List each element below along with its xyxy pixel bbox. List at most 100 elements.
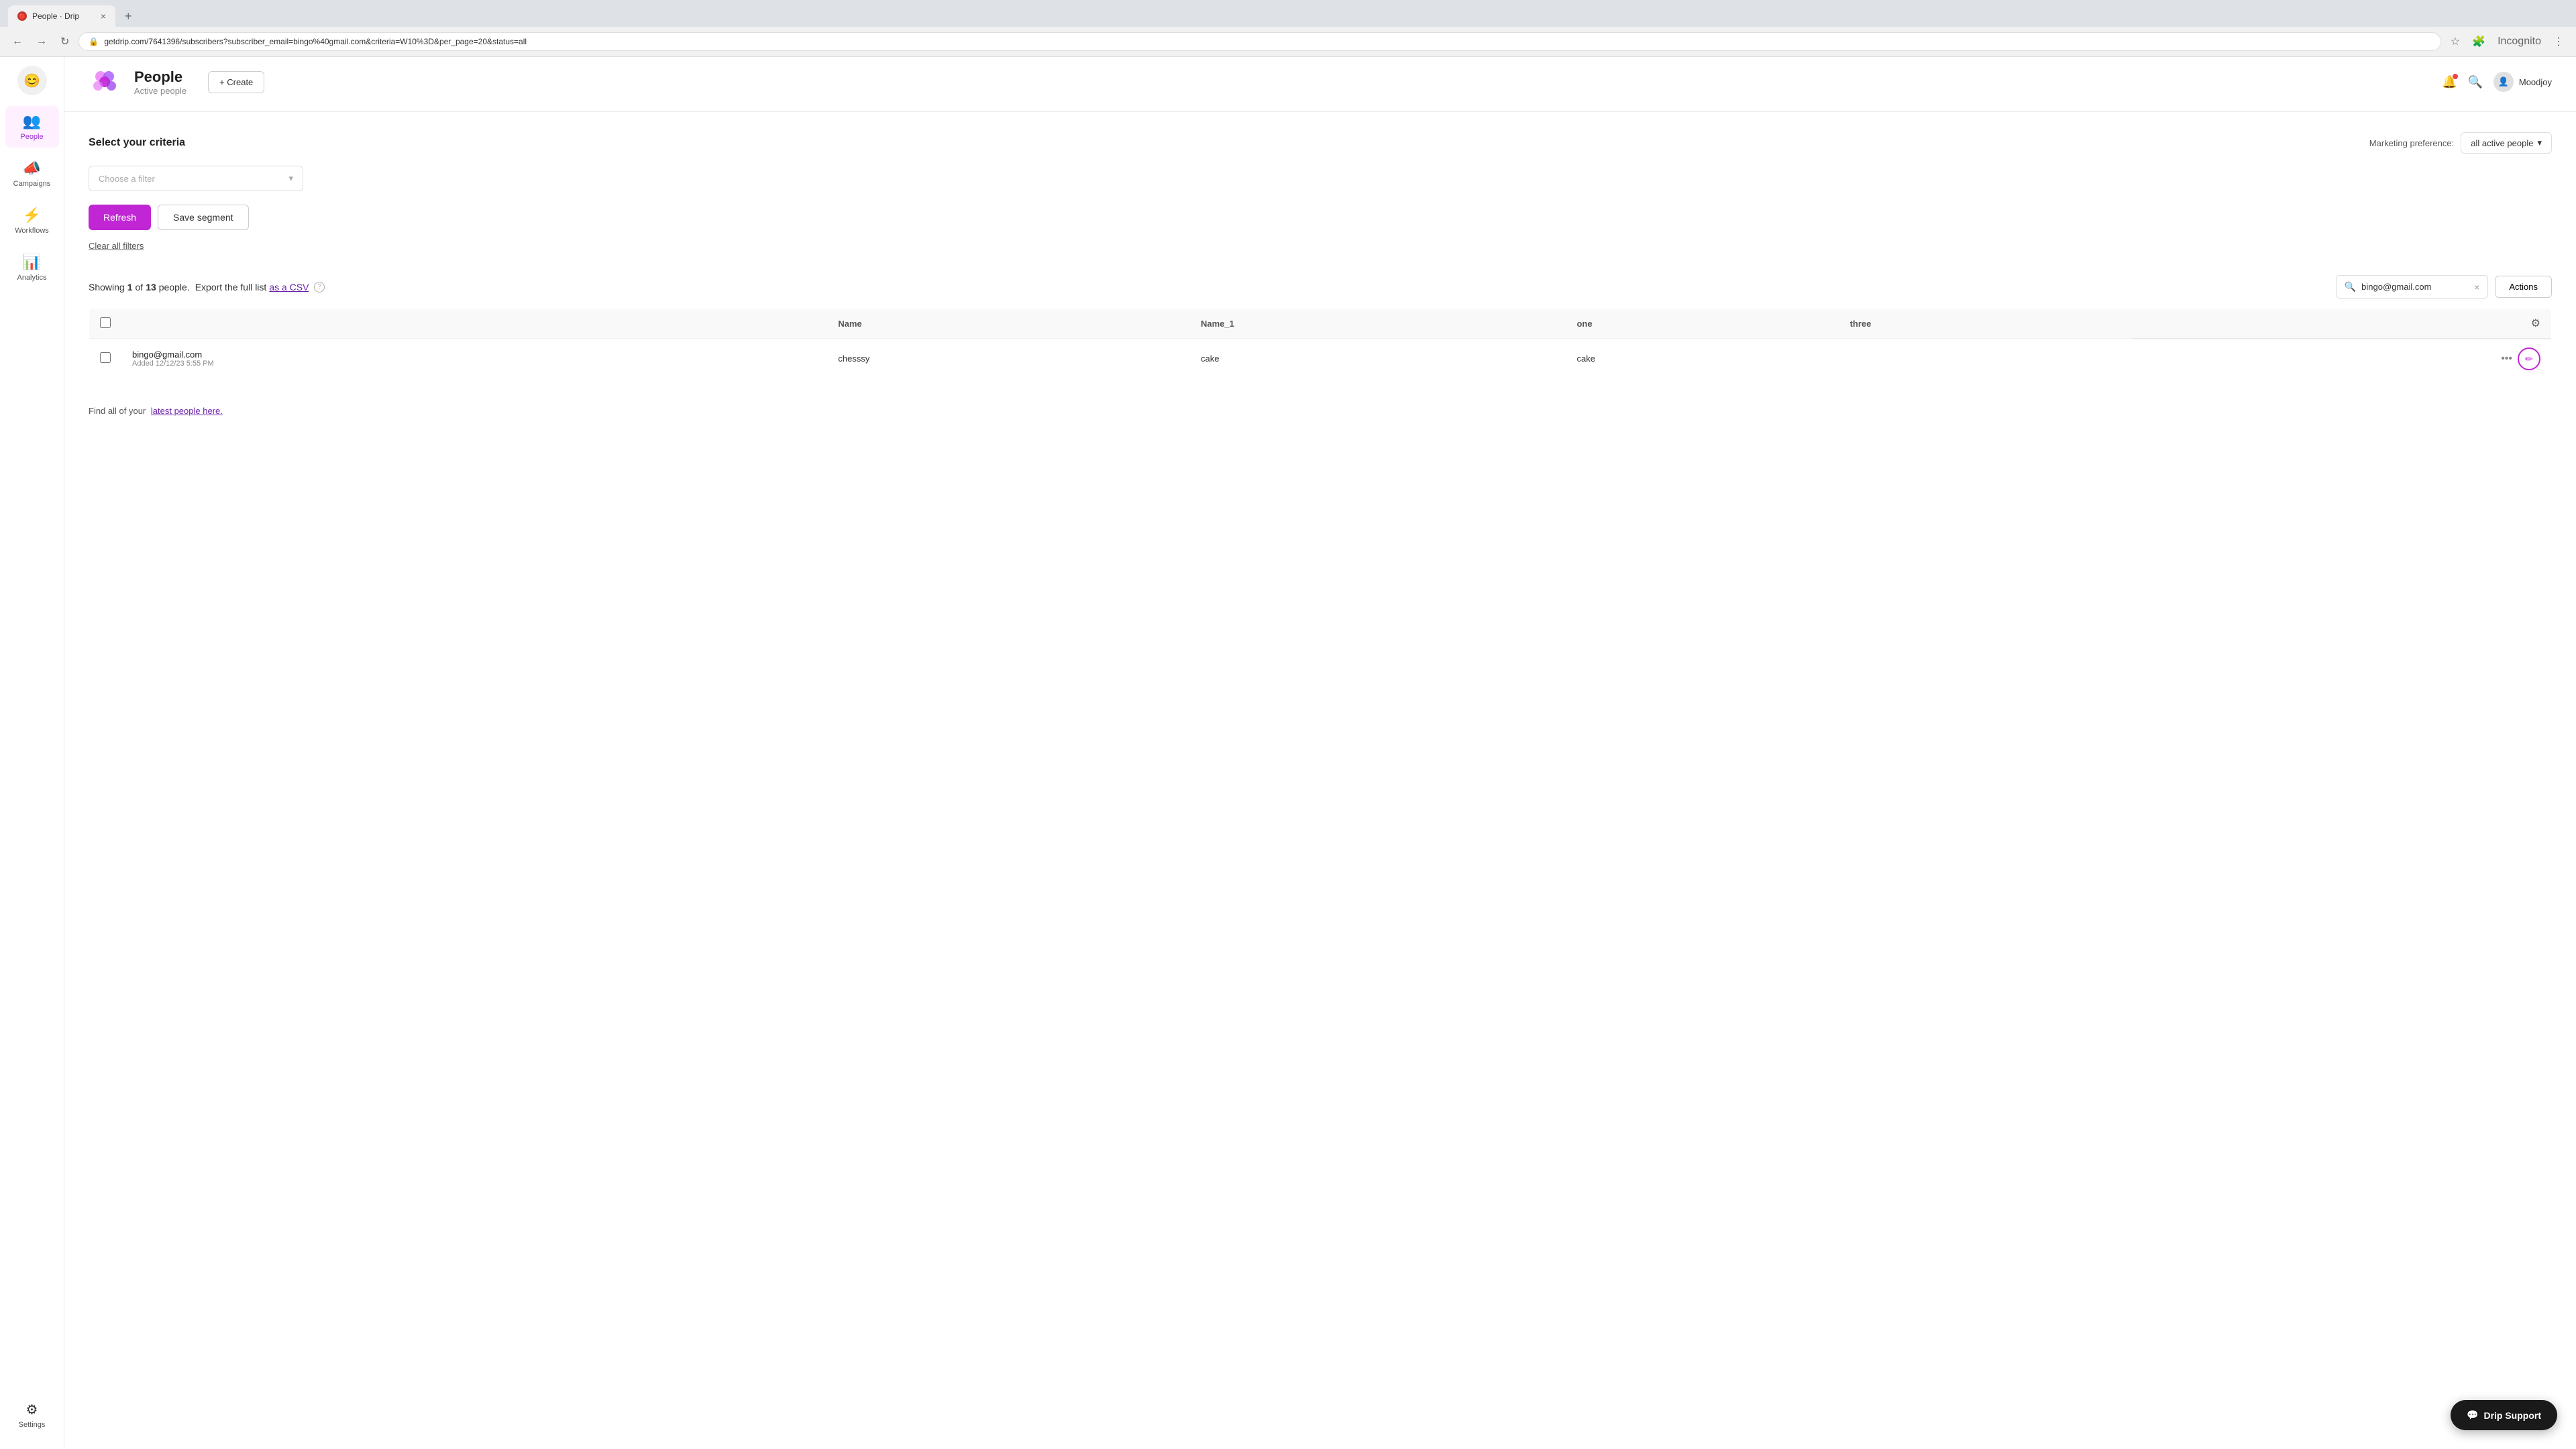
filter-chevron-icon: ▾ [288,173,293,184]
back-button[interactable]: ← [8,33,27,50]
active-tab[interactable]: 🔴 People · Drip × [8,5,115,27]
search-actions: 🔍 × Actions [2336,275,2552,299]
sidebar-item-workflows-label: Workflows [15,227,49,235]
search-bar-icon: 🔍 [2345,281,2356,292]
campaigns-icon: 📣 [23,160,41,177]
count-total: 13 [146,282,156,292]
logo-icon: 😊 [23,72,40,89]
find-latest-section: Find all of your latest people here. [64,392,2576,429]
sidebar-item-people[interactable]: 👥 People [5,106,59,148]
name-column-header: Name [827,309,1190,339]
people-icon: 👥 [23,113,41,130]
table-row: bingo@gmail.com Added 12/12/23 5:55 PM c… [89,339,2552,379]
count-shown: 1 [127,282,133,292]
name1-col-label: Name_1 [1201,319,1234,329]
row-edit-button[interactable]: ✏ [2518,347,2540,370]
one-col-label: one [1576,319,1592,329]
forward-button[interactable]: → [32,33,51,50]
row-select-checkbox[interactable] [100,352,111,363]
browser-toolbar: ← → ↻ 🔒 getdrip.com/7641396/subscribers?… [0,27,2576,57]
actions-button[interactable]: Actions [2495,276,2552,298]
browser-chrome: 🔴 People · Drip × + ← → ↻ 🔒 getdrip.com/… [0,0,2576,57]
workflows-icon: ⚡ [23,207,41,224]
people-table: Name Name_1 one three ⚙ [89,308,2552,379]
sidebar-item-workflows[interactable]: ⚡ Workflows [5,200,59,241]
name1-cell: cake [1190,339,1566,379]
sidebar-item-analytics[interactable]: 📊 Analytics [5,247,59,288]
export-csv-link[interactable]: as a CSV [269,282,309,292]
search-input[interactable] [2361,282,2469,292]
people-section: Showing 1 of 13 people. Export the full … [64,264,2576,392]
table-body: bingo@gmail.com Added 12/12/23 5:55 PM c… [89,339,2552,379]
toolbar-icons: ☆ 🧩 Incognito ⋮ [2447,32,2568,51]
browser-tabs: 🔴 People · Drip × + [0,0,2576,27]
address-text: getdrip.com/7641396/subscribers?subscrib… [104,37,2430,46]
clear-all-filters-link[interactable]: Clear all filters [89,241,144,251]
user-avatar: 👤 [2493,72,2514,92]
help-icon[interactable]: ? [314,282,325,292]
select-all-column [89,309,122,339]
new-tab-button[interactable]: + [119,7,138,26]
filter-placeholder: Choose a filter [99,174,155,184]
create-button[interactable]: + Create [208,71,264,93]
filter-select-dropdown[interactable]: Choose a filter ▾ [89,166,303,191]
extension-button[interactable]: 🧩 [2468,32,2489,51]
main-content: People Active people + Create 🔔 🔍 👤 Mood… [64,52,2576,1449]
address-bar[interactable]: 🔒 getdrip.com/7641396/subscribers?subscr… [78,32,2440,51]
profile-label: Incognito [2498,36,2541,47]
bookmark-button[interactable]: ☆ [2447,32,2464,51]
search-clear-button[interactable]: × [2474,282,2479,292]
three-cell [1839,339,2133,379]
actions-column-header: ⚙ [2132,309,2551,339]
sidebar-item-analytics-label: Analytics [17,274,46,282]
page-subtitle: Active people [134,86,186,96]
email-cell: bingo@gmail.com Added 12/12/23 5:55 PM [121,339,827,379]
chevron-down-icon: ▾ [2537,138,2542,148]
drip-support-button[interactable]: 💬 Drip Support [2451,1400,2557,1430]
global-search-button[interactable]: 🔍 [2467,75,2482,89]
sidebar-item-settings[interactable]: ⚙ Settings [13,1395,51,1436]
lock-icon: 🔒 [89,37,99,46]
notification-dot [2453,74,2458,79]
tab-favicon: 🔴 [17,11,27,21]
marketing-pref-label: Marketing preference: [2369,138,2454,148]
tab-close-button[interactable]: × [101,11,106,21]
save-segment-button[interactable]: Save segment [158,205,249,230]
user-profile[interactable]: 👤 Moodjoy [2493,72,2552,92]
name-cell: chesssy [827,339,1190,379]
criteria-header: Select your criteria Marketing preferenc… [89,132,2552,154]
sidebar-item-campaigns-label: Campaigns [13,180,51,188]
subscriber-email[interactable]: bingo@gmail.com [132,350,816,360]
row-checkbox-cell [89,339,122,379]
search-icon: 🔍 [2467,75,2482,89]
browser-menu-button[interactable]: ⋮ [2549,32,2568,51]
profile-button[interactable]: Incognito [2493,33,2545,50]
app-container: 😊 👥 People 📣 Campaigns ⚡ Workflows 📊 Ana… [0,52,2576,1449]
select-all-checkbox[interactable] [100,317,111,328]
header-right: 🔔 🔍 👤 Moodjoy [2442,72,2552,92]
sidebar-item-settings-label: Settings [19,1421,46,1429]
marketing-preference-dropdown[interactable]: all active people ▾ [2461,132,2552,154]
analytics-icon: 📊 [23,254,41,271]
showing-label: Showing [89,282,125,292]
user-name: Moodjoy [2519,77,2552,87]
sidebar-item-campaigns[interactable]: 📣 Campaigns [5,153,59,195]
subscriber-added-date: Added 12/12/23 5:55 PM [132,360,816,368]
three-col-label: three [1850,319,1872,329]
tab-title: People · Drip [32,11,79,21]
settings-icon: ⚙ [26,1401,38,1418]
criteria-section: Select your criteria Marketing preferenc… [64,112,2576,264]
refresh-button[interactable]: Refresh [89,205,151,230]
page-title: People [134,68,186,86]
people-avatar-icon [89,66,121,98]
column-settings-button[interactable]: ⚙ [2531,317,2540,330]
row-actions-cell: ••• ✏ [2132,339,2551,378]
page-title-block: People Active people [134,68,186,96]
row-more-options-button[interactable]: ••• [2501,353,2512,365]
notifications-button[interactable]: 🔔 [2442,75,2457,89]
create-button-label: + Create [219,77,253,87]
filter-actions: Refresh Save segment [89,205,2552,230]
refresh-nav-button[interactable]: ↻ [56,32,73,51]
latest-people-link[interactable]: latest people here. [151,406,223,416]
marketing-preference: Marketing preference: all active people … [2369,132,2552,154]
